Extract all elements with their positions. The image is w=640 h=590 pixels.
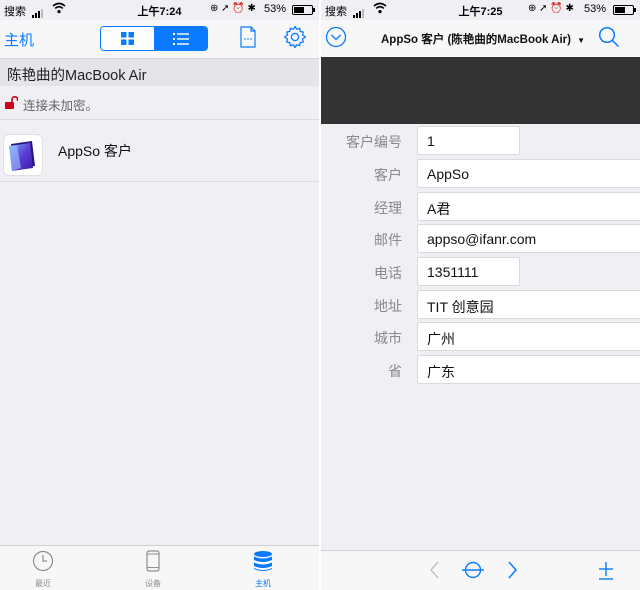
record-form: 客户编号 1 客户 AppSo 经理 A君 邮件 appso@ifanr.com… xyxy=(321,124,640,550)
status-system-icons: ⊕ ➚ ⏰ ✱ xyxy=(210,3,256,14)
search-icon xyxy=(598,26,620,48)
field-row-phone: 电话 1351111 xyxy=(321,257,640,286)
gear-icon xyxy=(283,25,307,49)
menu-toggle-button[interactable] xyxy=(325,26,347,53)
tab-devices[interactable]: 设备 xyxy=(123,550,183,589)
battery-percent: 53% xyxy=(264,3,287,15)
city-field[interactable]: 广州 xyxy=(417,322,640,351)
tab-devices-label: 设备 xyxy=(145,579,161,588)
list-icon xyxy=(172,32,189,45)
tab-hosts-label: 主机 xyxy=(255,579,271,588)
file-title-dropdown[interactable]: AppSo 客户 (陈艳曲的MacBook Air) ▼ xyxy=(381,31,585,47)
host-link[interactable]: 主机 xyxy=(4,29,34,50)
filemaker-file-icon xyxy=(3,134,43,176)
field-label: 省 xyxy=(388,363,402,379)
nav-bar: 主机 xyxy=(0,20,319,58)
field-row-city: 城市 广州 xyxy=(321,322,640,351)
tab-recent[interactable]: 最近 xyxy=(13,550,73,589)
settings-button[interactable] xyxy=(283,25,307,54)
unlocked-lock-icon xyxy=(4,95,19,115)
next-record-button[interactable] xyxy=(506,560,518,585)
record-toolbar xyxy=(321,550,640,590)
file-title: AppSo 客户 (陈艳曲的MacBook Air) xyxy=(381,34,571,46)
file-name: AppSo 客户 xyxy=(58,143,132,159)
manager-field[interactable]: A君 xyxy=(417,192,640,221)
field-row-province: 省 广东 xyxy=(321,355,640,384)
battery-percent: 53% xyxy=(584,3,607,15)
layout-header-band xyxy=(321,57,640,124)
view-mode-segmented-control xyxy=(100,26,208,51)
field-row-customer: 客户 AppSo xyxy=(321,159,640,188)
search-button[interactable] xyxy=(598,26,620,53)
battery-icon xyxy=(613,5,636,15)
field-label: 地址 xyxy=(374,298,402,314)
field-label: 客户编号 xyxy=(346,134,402,150)
tab-hosts[interactable]: 主机 xyxy=(233,550,293,589)
field-row-manager: 经理 A君 xyxy=(321,192,640,221)
record-slider-button[interactable] xyxy=(462,560,484,585)
list-view-button[interactable] xyxy=(154,27,207,50)
field-label: 邮件 xyxy=(374,232,402,248)
status-bar: 搜索 上午7:25 ⊕ ➚ ⏰ ✱ 53% xyxy=(321,0,640,20)
database-icon xyxy=(254,551,272,571)
province-field[interactable]: 广东 xyxy=(417,355,640,384)
chevron-right-icon xyxy=(508,561,517,579)
encryption-status-text: 连接未加密。 xyxy=(23,99,99,113)
field-label: 经理 xyxy=(374,200,402,216)
device-icon xyxy=(146,550,160,572)
customer-field[interactable]: AppSo xyxy=(417,159,640,188)
record-form-screen: 搜索 上午7:25 ⊕ ➚ ⏰ ✱ 53% AppSo 客户 (陈艳曲的MacB… xyxy=(321,0,640,590)
chevron-left-icon xyxy=(430,561,439,579)
phone-field[interactable]: 1351111 xyxy=(417,257,520,286)
field-label: 客户 xyxy=(374,167,402,183)
plus-icon xyxy=(599,562,613,580)
address-field[interactable]: TIT 创意园 xyxy=(417,290,640,319)
hosts-screen: 搜索 上午7:24 ⊕ ➚ ⏰ ✱ 53% 主机 陈艳曲的MacBook Air… xyxy=(0,0,319,590)
battery-icon xyxy=(292,5,315,15)
grid-view-button[interactable] xyxy=(101,27,154,50)
status-system-icons: ⊕ ➚ ⏰ ✱ xyxy=(528,3,574,14)
field-row-address: 地址 TIT 创意园 xyxy=(321,290,640,319)
clock-icon xyxy=(32,550,54,572)
nav-bar: AppSo 客户 (陈艳曲的MacBook Air) ▼ xyxy=(321,20,640,57)
status-bar: 搜索 上午7:24 ⊕ ➚ ⏰ ✱ 53% xyxy=(0,0,319,20)
record-slider-icon xyxy=(462,561,484,579)
previous-record-button[interactable] xyxy=(429,560,441,585)
field-label: 电话 xyxy=(374,265,402,281)
chevron-down-circle-icon xyxy=(325,26,347,48)
server-name: 陈艳曲的MacBook Air xyxy=(7,68,147,84)
document-button[interactable] xyxy=(240,26,256,53)
field-row-email: 邮件 appso@ifanr.com xyxy=(321,224,640,253)
document-icon xyxy=(240,26,256,48)
encryption-status-row: 连接未加密。 xyxy=(0,86,319,120)
tab-bar: 最近 设备 主机 xyxy=(0,545,319,590)
email-field[interactable]: appso@ifanr.com xyxy=(417,224,640,253)
tab-recent-label: 最近 xyxy=(35,579,51,588)
grid-icon xyxy=(121,32,134,45)
customer-id-field[interactable]: 1 xyxy=(417,126,520,155)
field-label: 城市 xyxy=(374,330,402,346)
dropdown-arrow-icon: ▼ xyxy=(577,36,586,45)
new-record-button[interactable] xyxy=(598,560,614,585)
field-row-customer-id: 客户编号 1 xyxy=(321,126,640,155)
server-section-header: 陈艳曲的MacBook Air xyxy=(0,58,319,86)
file-list-item[interactable]: AppSo 客户 xyxy=(0,120,319,182)
